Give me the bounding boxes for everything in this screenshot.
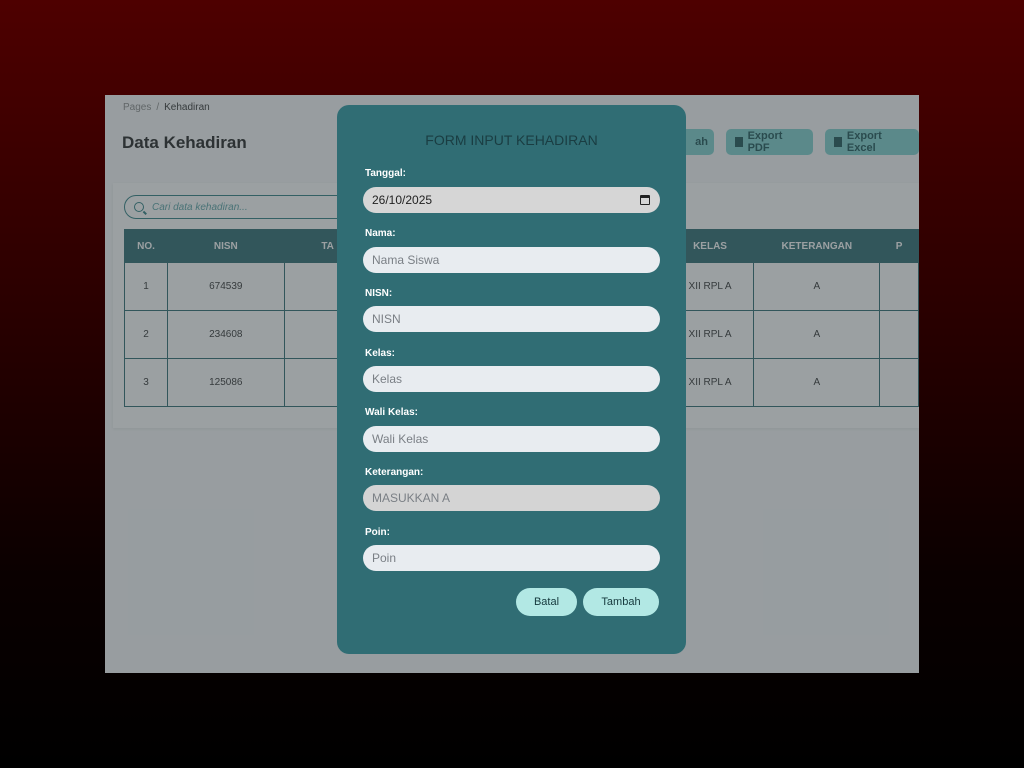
poin-input[interactable]: Poin [363,545,660,571]
attendance-form-modal: FORM INPUT KEHADIRAN Tanggal: 26/10/2025… [337,105,686,654]
nisn-input[interactable]: NISN [363,306,660,332]
kelas-label: Kelas: [365,348,396,359]
poin-placeholder: Poin [372,551,397,565]
calendar-icon[interactable] [640,195,650,205]
keterangan-select[interactable]: MASUKKAN A [363,485,660,511]
wali-kelas-label: Wali Kelas: [365,407,418,418]
tanggal-label: Tanggal: [365,168,406,179]
cancel-button[interactable]: Batal [516,588,577,616]
nama-label: Nama: [365,228,396,239]
cancel-button-label: Batal [533,596,560,608]
submit-button[interactable]: Tambah [583,588,659,616]
kelas-placeholder: Kelas [372,372,403,386]
kelas-input[interactable]: Kelas [363,366,660,392]
tanggal-date-input[interactable]: 26/10/2025 [363,187,660,213]
nama-placeholder: Nama Siswa [372,253,440,267]
nisn-label: NISN: [365,288,393,299]
tanggal-value: 26/10/2025 [372,193,433,207]
wali-kelas-input[interactable]: Wali Kelas [363,426,660,452]
poin-label: Poin: [365,527,390,538]
keterangan-value: MASUKKAN A [372,491,451,505]
submit-button-label: Tambah [601,596,641,608]
keterangan-label: Keterangan: [365,467,424,478]
modal-title: FORM INPUT KEHADIRAN [425,132,598,148]
nisn-placeholder: NISN [372,312,401,326]
wali-kelas-placeholder: Wali Kelas [372,432,429,446]
nama-input[interactable]: Nama Siswa [363,247,660,273]
